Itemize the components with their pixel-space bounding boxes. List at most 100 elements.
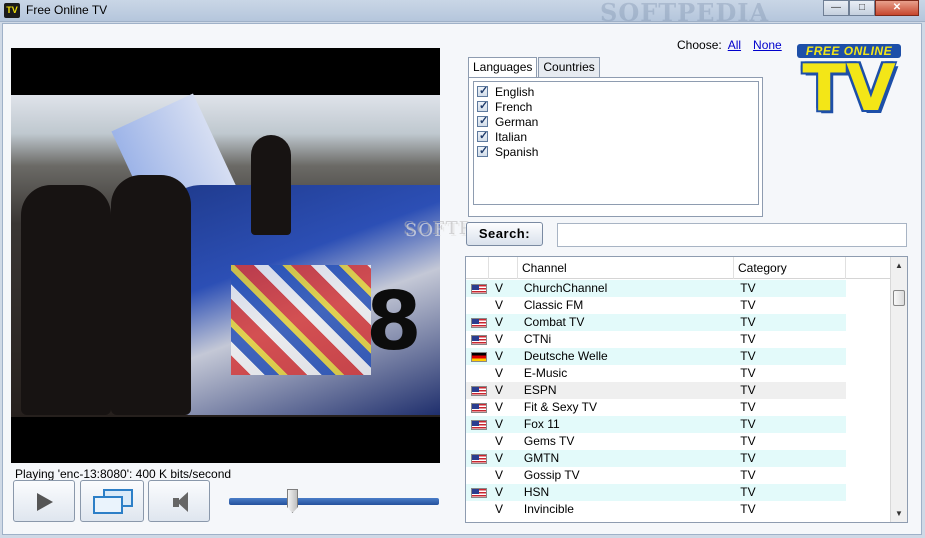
- language-label: Spanish: [495, 144, 539, 159]
- column-header-v[interactable]: [489, 257, 518, 279]
- category-cell: TV: [740, 315, 756, 329]
- category-cell: TV: [740, 383, 756, 397]
- flag-cell: [466, 280, 489, 297]
- table-row[interactable]: V Invincible TV: [466, 501, 846, 518]
- usa-flag-icon: [471, 335, 487, 345]
- language-item[interactable]: English: [474, 84, 758, 99]
- column-header-flag[interactable]: [466, 257, 489, 279]
- flag-cell: [466, 365, 489, 382]
- flag-cell: [466, 348, 489, 365]
- flag-cell: [466, 450, 489, 467]
- main-client-area: 8 SOFTPE Playing 'enc-13:8080': 400 K bi…: [2, 23, 922, 535]
- choose-links: Choose: All None: [677, 38, 782, 52]
- play-icon: [37, 493, 53, 511]
- choose-none-link[interactable]: None: [753, 38, 782, 52]
- table-row[interactable]: V Combat TV TV: [466, 314, 846, 331]
- v-cell: V: [494, 383, 503, 397]
- v-cell: V: [494, 332, 503, 346]
- tab-countries[interactable]: Countries: [538, 57, 600, 77]
- search-input[interactable]: [557, 223, 907, 247]
- language-item[interactable]: French: [474, 99, 758, 114]
- category-cell: TV: [740, 298, 756, 312]
- flag-cell: [466, 314, 489, 331]
- checkbox-checked-icon[interactable]: [477, 114, 488, 127]
- v-cell: V: [494, 366, 503, 380]
- playback-status: Playing 'enc-13:8080': 400 K bits/second: [15, 467, 232, 481]
- video-person-shape: [251, 135, 291, 235]
- speaker-cone-icon: [177, 492, 188, 512]
- close-button[interactable]: ✕: [875, 0, 919, 16]
- table-row[interactable]: V E-Music TV: [466, 365, 846, 382]
- usa-flag-icon: [471, 420, 487, 430]
- fullscreen-button[interactable]: [80, 480, 144, 522]
- video-player[interactable]: 8: [11, 48, 440, 463]
- flag-cell: [466, 331, 489, 348]
- filter-tabs: Languages Countries: [468, 57, 601, 78]
- channel-cell: GMTN: [523, 451, 560, 465]
- category-cell: TV: [740, 434, 756, 448]
- checkbox-checked-icon[interactable]: [477, 84, 488, 97]
- video-stickers-shape: [231, 265, 371, 375]
- table-row[interactable]: V Gossip TV TV: [466, 467, 846, 484]
- scrollbar-thumb[interactable]: [893, 290, 905, 306]
- tab-languages[interactable]: Languages: [468, 57, 538, 78]
- language-list[interactable]: English French German Italian Spanish: [473, 81, 759, 205]
- minimize-button[interactable]: —: [823, 0, 849, 16]
- logo-main-text: TV: [802, 52, 896, 126]
- category-cell: TV: [740, 451, 756, 465]
- channel-cell: HSN: [523, 485, 550, 499]
- category-cell: TV: [740, 468, 756, 482]
- usa-flag-icon: [471, 318, 487, 328]
- table-row[interactable]: V CTNi TV: [466, 331, 846, 348]
- category-cell: TV: [740, 366, 756, 380]
- table-header: Channel Category: [466, 257, 907, 279]
- language-item[interactable]: Spanish: [474, 144, 758, 159]
- table-row[interactable]: V HSN TV: [466, 484, 846, 501]
- v-cell: V: [494, 502, 503, 516]
- column-header-channel[interactable]: Channel: [518, 257, 734, 279]
- category-cell: TV: [740, 417, 756, 431]
- v-cell: V: [494, 315, 503, 329]
- choose-all-link[interactable]: All: [728, 38, 741, 52]
- v-cell: V: [494, 400, 503, 414]
- language-label: French: [495, 99, 533, 114]
- table-scrollbar[interactable]: ▲ ▼: [890, 257, 907, 522]
- search-button[interactable]: Search:: [466, 222, 543, 246]
- play-button[interactable]: [13, 480, 75, 522]
- germany-flag-icon: [471, 352, 487, 362]
- v-cell: V: [494, 434, 503, 448]
- checkbox-checked-icon[interactable]: [477, 129, 488, 142]
- checkbox-checked-icon[interactable]: [477, 144, 488, 157]
- column-header-category[interactable]: Category: [734, 257, 846, 279]
- volume-slider-thumb[interactable]: [287, 489, 298, 513]
- category-cell: TV: [740, 332, 756, 346]
- flag-cell: [466, 501, 489, 518]
- table-row[interactable]: V Classic FM TV: [466, 297, 846, 314]
- language-item[interactable]: German: [474, 114, 758, 129]
- app-icon: TV: [4, 3, 20, 18]
- table-row[interactable]: V ChurchChannel TV: [466, 280, 846, 297]
- fullscreen-icon-front: [93, 496, 123, 514]
- maximize-button[interactable]: □: [849, 0, 875, 16]
- table-row[interactable]: V Gems TV TV: [466, 433, 846, 450]
- language-label: English: [495, 84, 535, 99]
- table-row[interactable]: V GMTN TV: [466, 450, 846, 467]
- middle-softpedia-watermark: SOFTP: [403, 218, 472, 239]
- table-row[interactable]: V Fox 11 TV: [466, 416, 846, 433]
- channel-cell: Fox 11: [523, 417, 560, 431]
- channel-cell: E-Music: [523, 366, 568, 380]
- video-person-shape: [21, 185, 111, 415]
- scroll-up-icon[interactable]: ▲: [891, 257, 907, 274]
- language-item[interactable]: Italian: [474, 129, 758, 144]
- scroll-down-icon[interactable]: ▼: [891, 505, 907, 522]
- table-row[interactable]: V Fit & Sexy TV TV: [466, 399, 846, 416]
- checkbox-checked-icon[interactable]: [477, 99, 488, 112]
- volume-slider-track[interactable]: [229, 498, 439, 505]
- free-online-tv-logo: FREE ONLINE TV: [793, 44, 903, 126]
- channel-cell: Combat TV: [523, 315, 585, 329]
- mute-button[interactable]: [148, 480, 210, 522]
- table-row[interactable]: V ESPN TV: [466, 382, 846, 399]
- usa-flag-icon: [471, 386, 487, 396]
- table-row[interactable]: V Deutsche Welle TV: [466, 348, 846, 365]
- flag-cell: [466, 399, 489, 416]
